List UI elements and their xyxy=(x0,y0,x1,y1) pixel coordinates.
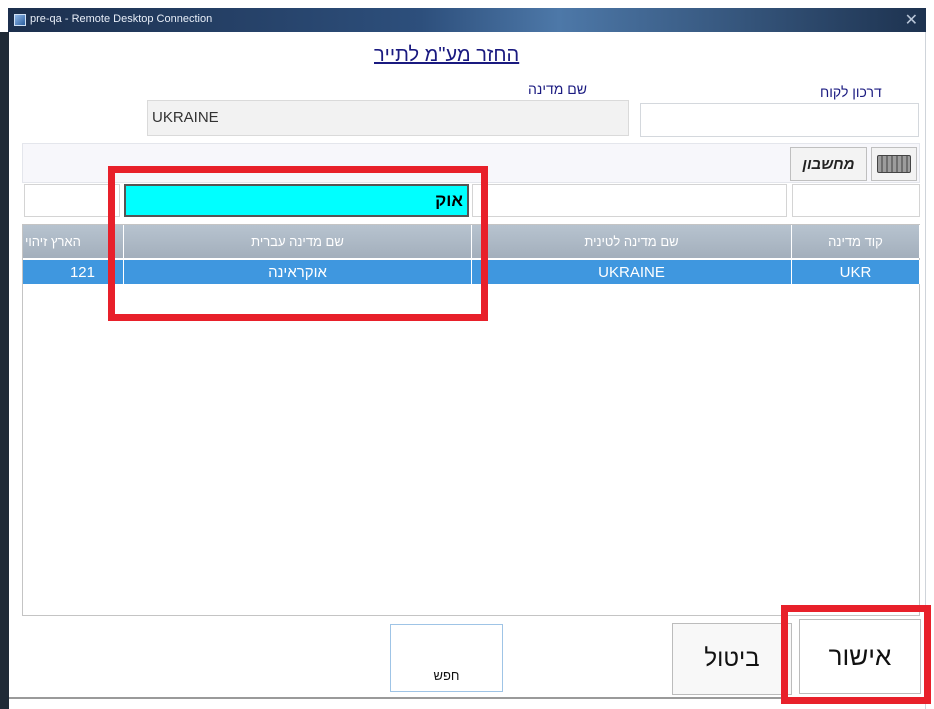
country-name-value: UKRAINE xyxy=(152,109,219,126)
customer-passport-label: דרכון לקוח xyxy=(820,84,882,100)
country-name-field: UKRAINE xyxy=(147,100,629,136)
customer-passport-input[interactable] xyxy=(640,103,919,137)
filter-id-input[interactable] xyxy=(24,184,120,217)
column-header-latin-name[interactable]: שם מדינה לטינית xyxy=(472,225,792,258)
close-icon[interactable]: ✕ xyxy=(905,10,918,30)
calculator-button[interactable]: מחשבון xyxy=(790,147,867,181)
keyboard-icon xyxy=(877,155,911,173)
column-header-country-code[interactable]: קוד מדינה xyxy=(792,225,920,258)
table-row-cell-latin-name[interactable]: UKRAINE xyxy=(472,260,792,284)
annotation-highlight-filter xyxy=(108,166,488,321)
column-header-id-label: הארץ זיהוי xyxy=(25,234,81,249)
remote-desktop-icon xyxy=(14,14,26,26)
filter-latin-name-input[interactable] xyxy=(472,184,787,217)
filter-country-code-input[interactable] xyxy=(792,184,920,217)
cancel-button[interactable]: ביטול xyxy=(672,623,792,695)
keyboard-button[interactable] xyxy=(871,147,917,181)
dialog-title: החזר מע"מ לתייר xyxy=(374,44,520,66)
window-frame-left xyxy=(0,32,9,709)
window-title: pre-qa - Remote Desktop Connection xyxy=(30,13,213,25)
window-title-bar[interactable]: pre-qa - Remote Desktop Connection ✕ xyxy=(8,8,926,32)
country-name-label: שם מדינה xyxy=(528,81,587,97)
search-button[interactable]: חפש xyxy=(390,624,503,692)
table-row-cell-code[interactable]: UKR xyxy=(792,260,920,284)
annotation-highlight-ok-button xyxy=(781,605,931,704)
